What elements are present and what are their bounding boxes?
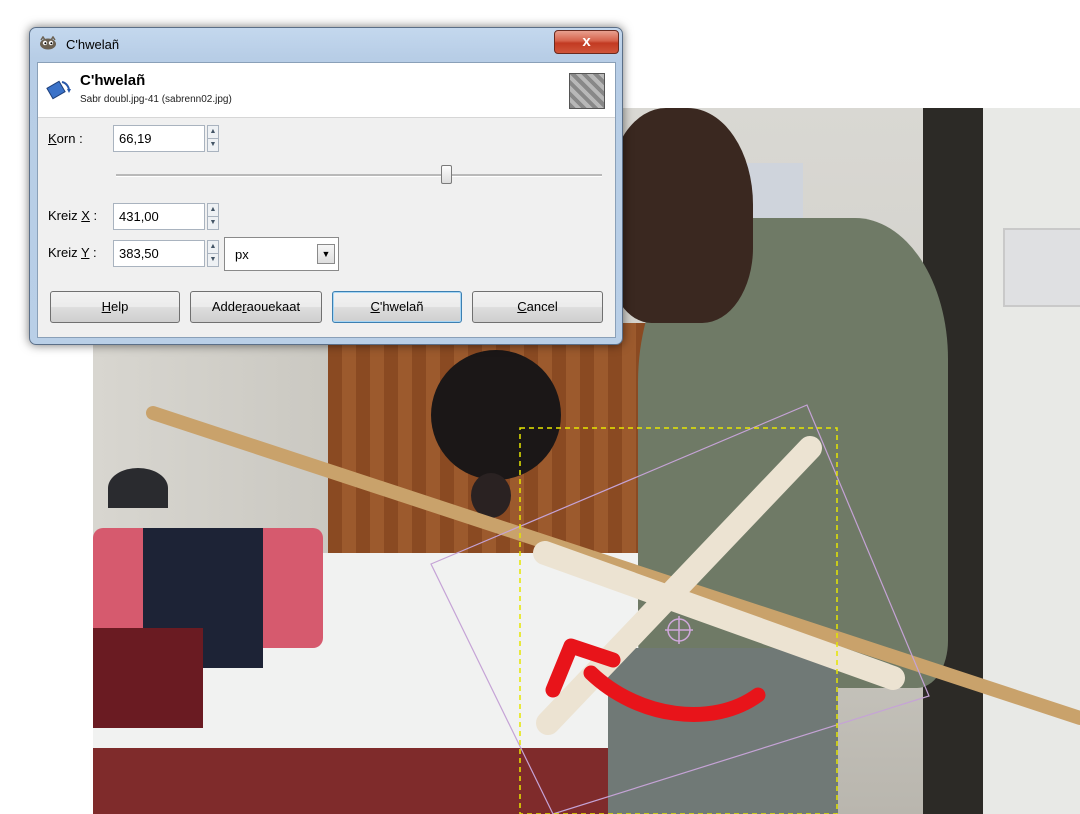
rotation-center-handle[interactable] xyxy=(665,616,693,644)
center-y-spinner[interactable]: ▲ ▼ xyxy=(207,240,219,267)
dialog-title: C'hwelañ xyxy=(66,37,120,52)
adjust-button[interactable]: Adderaouekaat xyxy=(190,291,322,323)
wooden-staff xyxy=(146,406,1080,725)
angle-spinner[interactable]: ▲ ▼ xyxy=(207,125,219,152)
angle-input[interactable]: 66,19 xyxy=(113,125,205,152)
spin-down-icon[interactable]: ▼ xyxy=(208,139,218,151)
center-y-label-post: : xyxy=(89,245,97,260)
cancel-mnemonic: C xyxy=(517,299,527,314)
center-x-label-pre: Kreiz xyxy=(48,208,82,223)
header-subtitle: Sabr doubl.jpg-41 (sabrenn02.jpg) xyxy=(80,94,232,105)
angle-label: Korn : xyxy=(48,131,83,146)
dialog-header: C'hwelañ Sabr doubl.jpg-41 (sabrenn02.jp… xyxy=(38,63,615,118)
adjust-label: aouekaat xyxy=(246,299,301,314)
saber-diagonal xyxy=(536,436,822,735)
angle-slider-track[interactable] xyxy=(116,174,602,177)
center-y-input[interactable]: 383,50 xyxy=(113,240,205,267)
center-x-label-mnemonic: X xyxy=(81,208,90,223)
rotate-dialog: C'hwelañ x C'hwelañ Sabr doubl.jpg-41 (s… xyxy=(29,27,623,345)
cancel-label: ancel xyxy=(526,299,558,314)
center-y-label-pre: Kreiz xyxy=(48,245,81,260)
header-title: C'hwelañ xyxy=(80,72,146,89)
spin-down-icon[interactable]: ▼ xyxy=(208,217,218,229)
center-x-spinner[interactable]: ▲ ▼ xyxy=(207,203,219,230)
rotate-label: 'hwelañ xyxy=(379,299,424,314)
spin-down-icon[interactable]: ▼ xyxy=(208,254,218,266)
gimp-wilber-icon xyxy=(40,36,56,50)
close-icon: x xyxy=(582,33,591,50)
help-button[interactable]: Help xyxy=(50,291,180,323)
angle-label-mnemonic: K xyxy=(48,131,57,146)
dialog-titlebar[interactable]: C'hwelañ x xyxy=(30,28,622,62)
red-arrow-curve xyxy=(583,665,766,722)
help-label: elp xyxy=(111,299,129,314)
adjust-label-pre: Adde xyxy=(211,299,243,314)
dialog-body: C'hwelañ Sabr doubl.jpg-41 (sabrenn02.jp… xyxy=(37,62,616,338)
close-button[interactable]: x xyxy=(554,30,619,54)
center-x-input[interactable]: 431,00 xyxy=(113,203,205,230)
spin-up-icon[interactable]: ▲ xyxy=(208,241,218,254)
unit-select[interactable]: px ▼ xyxy=(224,237,339,271)
center-x-label: Kreiz X : xyxy=(48,208,97,223)
angle-label-text: orn : xyxy=(56,131,83,146)
chevron-down-icon[interactable]: ▼ xyxy=(317,244,335,264)
image-thumbnail xyxy=(569,73,605,109)
cancel-button[interactable]: Cancel xyxy=(472,291,603,323)
spin-up-icon[interactable]: ▲ xyxy=(208,126,218,139)
spin-up-icon[interactable]: ▲ xyxy=(208,204,218,217)
angle-slider-handle[interactable] xyxy=(441,165,452,184)
rotate-button[interactable]: C'hwelañ xyxy=(332,291,462,323)
help-mnemonic: H xyxy=(101,299,112,314)
rotate-tool-icon xyxy=(46,80,71,100)
unit-value: px xyxy=(235,247,249,262)
center-y-label: Kreiz Y : xyxy=(48,245,97,260)
rotate-mnemonic: C xyxy=(370,299,380,314)
center-x-label-post: : xyxy=(89,208,98,223)
